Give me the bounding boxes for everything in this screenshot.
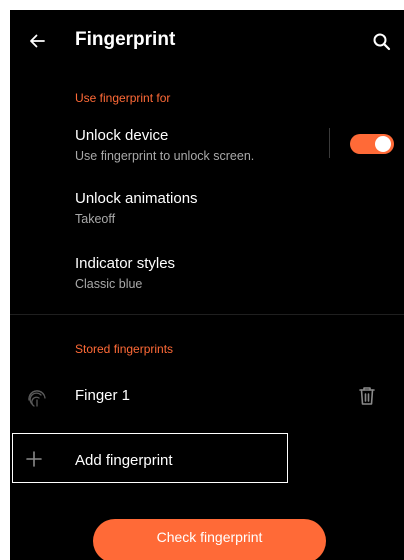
- unlock-animations-row[interactable]: Unlock animations Takeoff: [10, 182, 404, 232]
- indicator-styles-row[interactable]: Indicator styles Classic blue: [10, 246, 404, 296]
- toggle-knob: [375, 136, 391, 152]
- section-header-use-fingerprint: Use fingerprint for: [75, 91, 171, 105]
- search-icon[interactable]: [370, 30, 394, 54]
- trash-icon[interactable]: [358, 386, 376, 406]
- section-divider: [10, 314, 404, 315]
- add-fingerprint-label: Add fingerprint: [75, 452, 173, 469]
- unlock-device-row[interactable]: Unlock device Use fingerprint to unlock …: [10, 120, 404, 170]
- unlock-device-subtitle: Use fingerprint to unlock screen.: [75, 149, 255, 163]
- unlock-animations-value: Takeoff: [75, 212, 116, 226]
- unlock-device-title: Unlock device: [75, 127, 169, 144]
- unlock-animations-title: Unlock animations: [75, 190, 198, 207]
- check-fingerprint-button[interactable]: Check fingerprint: [93, 519, 326, 560]
- fingerprint-settings-screen: Fingerprint Use fingerprint for Unlock d…: [10, 10, 404, 560]
- unlock-device-toggle[interactable]: [350, 134, 394, 154]
- fingerprint-icon: [26, 387, 48, 409]
- fingerprint-list-item[interactable]: Finger 1: [10, 376, 404, 418]
- fingerprint-name: Finger 1: [75, 387, 131, 404]
- page-title: Fingerprint: [75, 29, 176, 50]
- indicator-styles-title: Indicator styles: [75, 255, 176, 272]
- plus-icon: [26, 451, 42, 467]
- section-header-stored-fingerprints: Stored fingerprints: [75, 342, 174, 356]
- arrow-left-icon[interactable]: [24, 28, 50, 54]
- indicator-styles-value: Classic blue: [75, 277, 143, 291]
- toggle-divider: [329, 128, 330, 158]
- app-bar: Fingerprint: [10, 10, 404, 74]
